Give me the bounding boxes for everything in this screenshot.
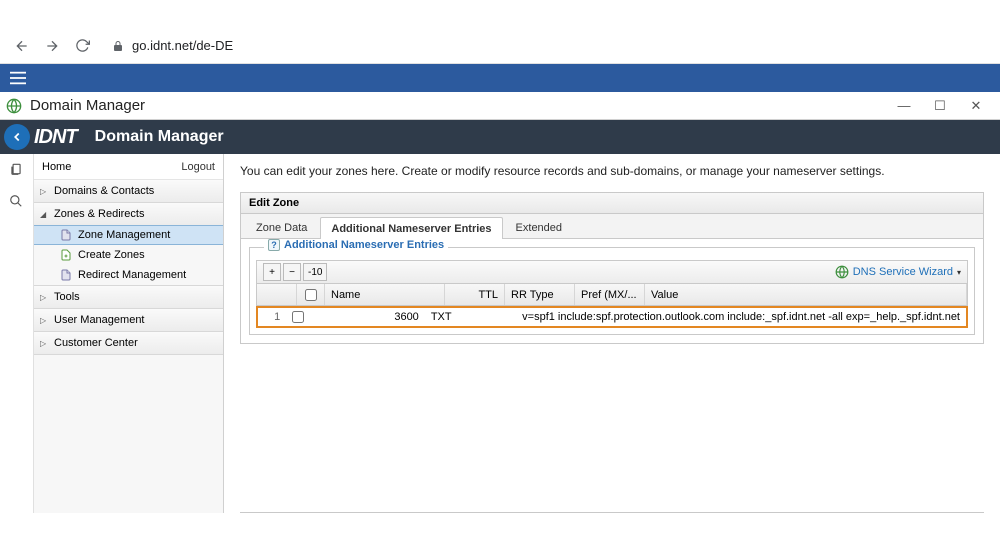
window-minimize-button[interactable]: — [886, 94, 922, 118]
dns-service-wizard-link[interactable]: DNS Service Wizard ▾ [835, 265, 961, 279]
col-rrtype[interactable]: RR Type [505, 284, 575, 305]
sidebar-group-customer-center[interactable]: ▷ Customer Center [34, 332, 223, 354]
lock-icon [112, 40, 124, 52]
add-button[interactable]: + [263, 263, 281, 281]
remove-button[interactable]: − [283, 263, 301, 281]
sidebar-group-user-management[interactable]: ▷ User Management [34, 309, 223, 331]
browser-url[interactable]: go.idnt.net/de-DE [132, 38, 233, 53]
intro-text: You can edit your zones here. Create or … [240, 164, 984, 178]
hamburger-menu-icon[interactable] [10, 71, 26, 85]
col-checkbox [297, 284, 325, 305]
sidebar-group-zones-redirects[interactable]: ◢ Zones & Redirects [34, 203, 223, 225]
row-checkbox[interactable] [292, 311, 304, 323]
col-value[interactable]: Value [645, 284, 967, 305]
chevron-right-icon: ▷ [40, 187, 50, 196]
tab-extended[interactable]: Extended [505, 216, 573, 238]
document-icon [60, 229, 72, 241]
window-close-button[interactable]: ✕ [958, 94, 994, 118]
select-all-checkbox[interactable] [305, 289, 317, 301]
chevron-right-icon: ▷ [40, 339, 50, 348]
app-top-bar [0, 64, 1000, 92]
window-title-bar: Domain Manager — ☐ ✕ [0, 92, 1000, 120]
sidebar-group-tools[interactable]: ▷ Tools [34, 286, 223, 308]
window-title: Domain Manager [30, 97, 886, 114]
browser-reload-button[interactable] [70, 34, 94, 58]
col-name[interactable]: Name [325, 284, 445, 305]
chevron-down-icon: ◢ [40, 210, 50, 219]
search-icon[interactable] [9, 194, 25, 210]
pager-button[interactable]: -10 [303, 263, 327, 281]
new-document-icon [60, 249, 72, 261]
main-content: You can edit your zones here. Create or … [224, 154, 1000, 513]
sidebar-item-create-zones[interactable]: Create Zones [34, 245, 223, 265]
fieldset-title: ? Additional Nameserver Entries [264, 239, 448, 251]
icon-rail [0, 154, 34, 513]
tab-panel: ? Additional Nameserver Entries + − -10 … [240, 239, 984, 344]
globe-icon [6, 98, 22, 114]
cell-rrtype: TXT [425, 311, 471, 323]
browser-forward-button[interactable] [40, 34, 64, 58]
browser-back-button[interactable] [10, 34, 34, 58]
chevron-right-icon: ▷ [40, 316, 50, 325]
header-title: Domain Manager [95, 128, 224, 146]
clipboard-icon[interactable] [9, 162, 25, 178]
col-ttl[interactable]: TTL [445, 284, 505, 305]
panel-title: Edit Zone [240, 192, 984, 213]
chevron-right-icon: ▷ [40, 293, 50, 302]
chevron-down-icon: ▾ [957, 268, 961, 277]
cell-index: 1 [258, 311, 286, 323]
col-pref[interactable]: Pref (MX/... [575, 284, 645, 305]
cell-ttl: 3600 [385, 311, 425, 323]
sidebar-group-domains-contacts[interactable]: ▷ Domains & Contacts [34, 180, 223, 202]
sidebar-item-redirect-management[interactable]: Redirect Management [34, 265, 223, 285]
sidebar: Home Logout ▷ Domains & Contacts ◢ Zones… [34, 154, 224, 513]
window-maximize-button[interactable]: ☐ [922, 94, 958, 118]
tab-additional-nameserver-entries[interactable]: Additional Nameserver Entries [320, 217, 502, 239]
table-row[interactable]: 1 3600 TXT v=spf1 include:spf.protection… [256, 306, 968, 328]
help-icon[interactable]: ? [268, 239, 280, 251]
browser-navbar: go.idnt.net/de-DE [0, 28, 1000, 64]
tab-bar: Zone Data Additional Nameserver Entries … [240, 213, 984, 239]
brand-logo: IDNT [34, 127, 77, 147]
sidebar-home[interactable]: Home [42, 161, 71, 173]
globe-icon [835, 265, 849, 279]
header-back-button[interactable] [4, 124, 30, 150]
document-icon [60, 269, 72, 281]
tab-zone-data[interactable]: Zone Data [245, 216, 318, 238]
app-header: IDNT Domain Manager [0, 120, 1000, 154]
col-index [257, 284, 297, 305]
cell-value: v=spf1 include:spf.protection.outlook.co… [516, 311, 966, 323]
sidebar-item-zone-management[interactable]: Zone Management [34, 225, 223, 245]
logout-link[interactable]: Logout [181, 161, 215, 173]
